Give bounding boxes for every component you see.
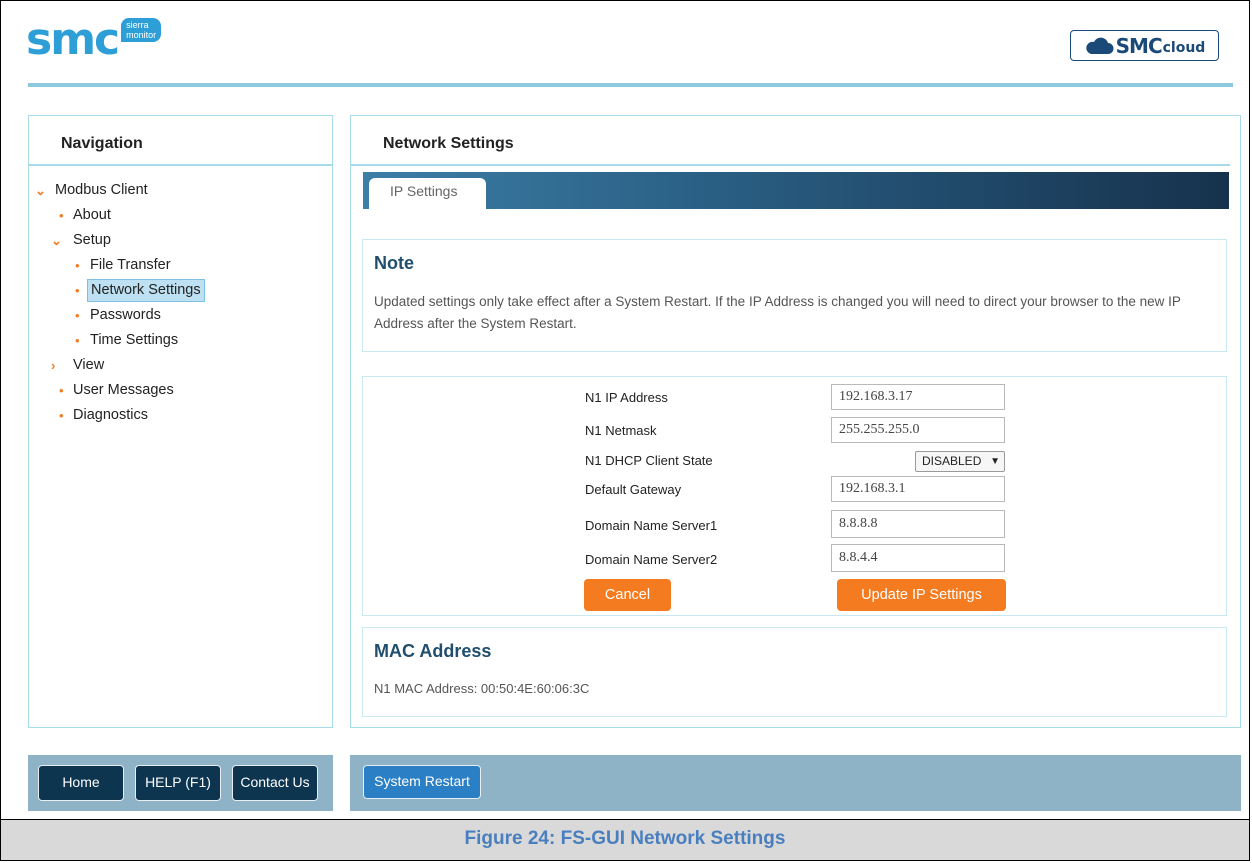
nav-item-user-messages[interactable]: • User Messages — [29, 378, 332, 403]
nav-item-label: Diagnostics — [73, 407, 148, 423]
nav-item-label: Passwords — [90, 307, 161, 323]
nav-item-diagnostics[interactable]: • Diagnostics — [29, 403, 332, 428]
dns1-label: Domain Name Server1 — [585, 518, 718, 533]
footer-nav-bar: Home HELP (F1) Contact Us — [28, 755, 333, 811]
nav-item-label: Modbus Client — [55, 182, 148, 198]
ip-address-input[interactable]: 192.168.3.17 — [831, 384, 1005, 410]
dhcp-label: N1 DHCP Client State — [585, 453, 713, 468]
header-divider — [28, 83, 1233, 87]
gateway-input[interactable]: 192.168.3.1 — [831, 476, 1005, 502]
dns1-input[interactable]: 8.8.8.8 — [831, 510, 1005, 538]
footer-action-bar: System Restart — [350, 755, 1241, 811]
gateway-label: Default Gateway — [585, 482, 682, 497]
nav-item-file-transfer[interactable]: • File Transfer — [29, 253, 332, 278]
nav-item-label: File Transfer — [90, 257, 171, 273]
cloud-icon — [1085, 37, 1114, 54]
navigation-title: Navigation — [29, 116, 332, 166]
nav-item-label: About — [73, 207, 111, 223]
cloud-word: cloud — [1162, 39, 1206, 56]
mac-address-title: MAC Address — [374, 641, 492, 661]
nav-item-label: User Messages — [73, 382, 174, 398]
ip-address-label: N1 IP Address — [585, 390, 668, 405]
bullet-icon: • — [59, 208, 64, 223]
home-button[interactable]: Home — [38, 765, 124, 801]
page-title: Network Settings — [351, 116, 1230, 166]
dhcp-state-select[interactable]: DISABLED ▼ — [915, 451, 1005, 472]
chevron-down-icon: ⌄ — [35, 183, 46, 198]
mac-address-text: N1 MAC Address: 00:50:4E:60:06:3C — [374, 681, 590, 696]
navigation-panel: Navigation ⌄ Modbus Client • About ⌄ Set… — [28, 115, 333, 728]
help-button[interactable]: HELP (F1) — [135, 765, 221, 801]
netmask-input[interactable]: 255.255.255.0 — [831, 417, 1005, 443]
chevron-right-icon: › — [51, 358, 56, 373]
form-row-dhcp: N1 DHCP Client State DISABLED ▼ — [363, 449, 1226, 477]
main-panel: Network Settings IP Settings Note Update… — [350, 115, 1241, 728]
bullet-icon: • — [75, 308, 80, 323]
bullet-icon: • — [75, 333, 80, 348]
bullet-icon: • — [75, 258, 80, 273]
nav-item-about[interactable]: • About — [29, 203, 332, 228]
contact-us-button[interactable]: Contact Us — [232, 765, 318, 801]
bullet-icon: • — [59, 408, 64, 423]
nav-item-passwords[interactable]: • Passwords — [29, 303, 332, 328]
nav-item-setup[interactable]: ⌄ Setup — [29, 228, 332, 253]
figure-caption: Figure 24: FS-GUI Network Settings — [1, 819, 1249, 860]
netmask-label: N1 Netmask — [585, 423, 657, 438]
logo-sub-line-2: monitor — [126, 30, 157, 40]
update-ip-settings-button[interactable]: Update IP Settings — [837, 579, 1006, 611]
form-row-dns1: Domain Name Server1 8.8.8.8 — [363, 510, 1226, 538]
nav-item-label: Network Settings — [87, 279, 205, 302]
nav-item-label: Setup — [73, 232, 111, 248]
dhcp-state-value: DISABLED — [922, 454, 982, 468]
nav-item-time-settings[interactable]: • Time Settings — [29, 328, 332, 353]
dns2-label: Domain Name Server2 — [585, 552, 718, 567]
tab-bar: IP Settings — [363, 172, 1229, 211]
form-row-netmask: N1 Netmask 255.255.255.0 — [363, 417, 1226, 445]
nav-item-modbus-client[interactable]: ⌄ Modbus Client — [29, 178, 332, 203]
chevron-down-icon: ⌄ — [51, 233, 62, 248]
bullet-icon: • — [59, 383, 64, 398]
nav-tree: ⌄ Modbus Client • About ⌄ Setup • File T… — [29, 178, 332, 428]
ip-settings-form: N1 IP Address 192.168.3.17 N1 Netmask 25… — [362, 376, 1227, 616]
note-title: Note — [374, 253, 414, 273]
note-box: Note Updated settings only take effect a… — [362, 239, 1227, 352]
dns2-input[interactable]: 8.8.4.4 — [831, 544, 1005, 572]
form-row-dns2: Domain Name Server2 8.8.4.4 — [363, 544, 1226, 572]
mac-address-box: MAC Address N1 MAC Address: 00:50:4E:60:… — [362, 627, 1227, 717]
cloud-brand: SMC — [1115, 33, 1163, 58]
nav-item-label: View — [73, 357, 105, 373]
nav-item-label: Time Settings — [90, 332, 179, 348]
tab-ip-settings[interactable]: IP Settings — [369, 178, 486, 211]
logo-subtitle: sierra monitor — [121, 18, 162, 42]
nav-item-view[interactable]: › View — [29, 353, 332, 378]
smc-cloud-link[interactable]: SMC cloud — [1070, 30, 1219, 61]
logo-text: smc — [26, 14, 120, 65]
bullet-icon: • — [75, 283, 80, 298]
smc-logo: smc sierra monitor — [26, 14, 162, 65]
dropdown-caret-icon: ▼ — [990, 456, 1000, 467]
logo-sierra-monitor: sierra monitor — [121, 18, 162, 42]
system-restart-button[interactable]: System Restart — [363, 765, 481, 799]
logo-sub-line-1: sierra — [126, 20, 149, 30]
form-row-ip-address: N1 IP Address 192.168.3.17 — [363, 384, 1226, 412]
cancel-button[interactable]: Cancel — [584, 579, 671, 611]
note-text: Updated settings only take effect after … — [374, 294, 1181, 331]
form-row-gateway: Default Gateway 192.168.3.1 — [363, 476, 1226, 504]
nav-item-network-settings[interactable]: • Network Settings — [29, 278, 332, 303]
